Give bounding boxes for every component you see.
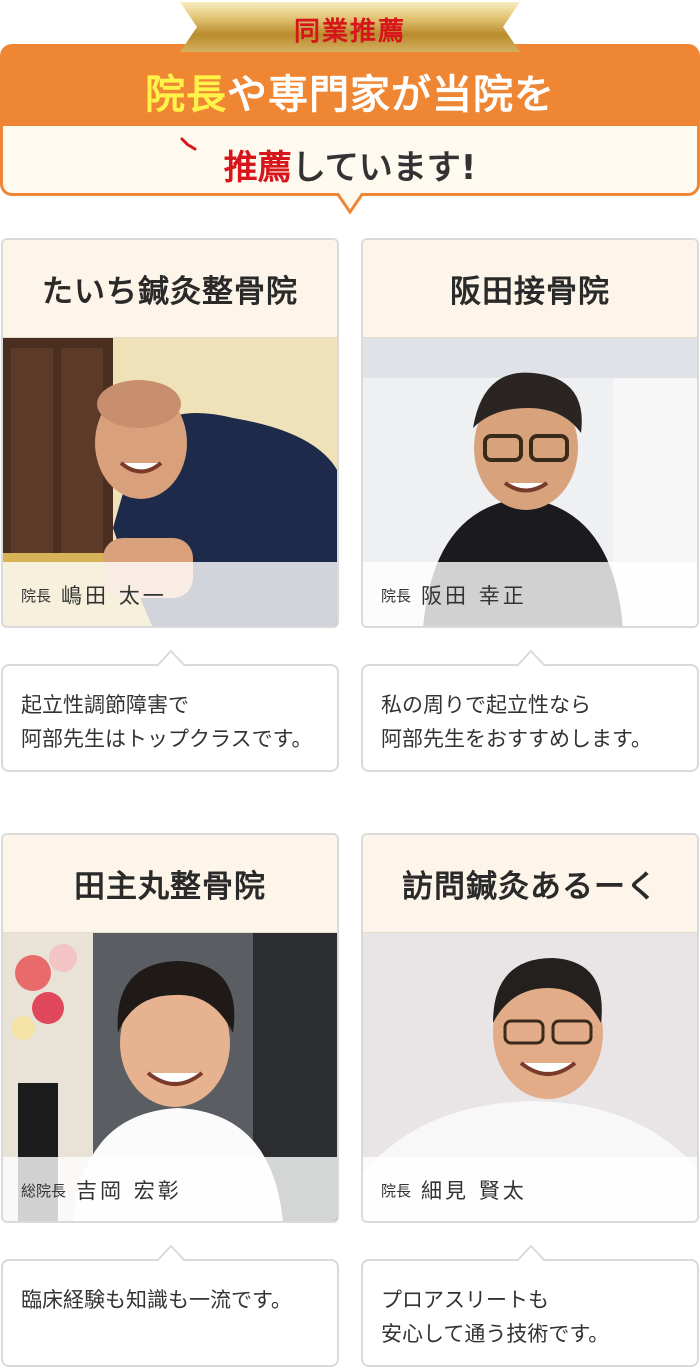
comment-bubble: 起立性調節障害で 阿部先生はトップクラスです。 [1, 650, 339, 772]
bubble-tail-icon [157, 650, 185, 667]
person-name: 吉岡 宏彰 [76, 1179, 182, 1203]
recommender-card: 訪問鍼灸あるーく 院長 細見 賢太 [361, 833, 699, 1223]
person-caption: 院長 嶋田 太一 [3, 562, 337, 626]
person-name: 嶋田 太一 [61, 584, 167, 608]
bubble-tail-icon [157, 1245, 185, 1262]
person-role: 院長 [21, 586, 52, 605]
person-role: 院長 [381, 586, 412, 605]
comment-line: プロアスリートも [381, 1288, 549, 1312]
person-name: 阪田 幸正 [421, 584, 527, 608]
person-name: 細見 賢太 [421, 1179, 527, 1203]
comment-line: 阿部先生をおすすめします。 [381, 727, 652, 751]
clinic-name: 訪問鍼灸あるーく [363, 835, 697, 933]
comment-line: 起立性調節障害で [21, 693, 189, 717]
headline-line-2-text: しています! [291, 148, 477, 188]
recommender-card: 田主丸整骨院 総院長 吉岡 宏彰 [1, 833, 339, 1223]
portrait-photo: 院長 細見 賢太 [363, 933, 697, 1221]
recommender-card: 阪田接骨院 院長 阪田 幸正 [361, 238, 699, 628]
comment-bubble: 私の周りで起立性なら 阿部先生をおすすめします。 [361, 650, 699, 772]
bubble-tail-icon [517, 650, 545, 667]
headline-line-1: 院長や専門家が当院を [0, 62, 700, 120]
person-caption: 院長 細見 賢太 [363, 1157, 697, 1221]
clinic-name: 阪田接骨院 [363, 240, 697, 338]
person-caption: 院長 阪田 幸正 [363, 562, 697, 626]
comment-bubble: プロアスリートも 安心して通う技術です。 [361, 1245, 699, 1367]
person-role: 総院長 [21, 1181, 67, 1200]
comment-line: 私の周りで起立性なら [381, 693, 591, 717]
headline-highlight-director: 院長 [145, 72, 227, 118]
comment-bubble: 臨床経験も知識も一流です。 [1, 1245, 339, 1367]
headline-line-1-text: や専門家が当院を [227, 72, 555, 118]
headline-line-2: 推薦しています! [0, 140, 700, 189]
ribbon-badge: 同業推薦 [180, 2, 520, 52]
ribbon-label: 同業推薦 [293, 17, 406, 47]
person-role: 院長 [381, 1181, 412, 1200]
portrait-photo: 総院長 吉岡 宏彰 [3, 933, 337, 1221]
comment-line: 臨床経験も知識も一流です。 [21, 1288, 292, 1312]
recommender-card: たいち鍼灸整骨院 院長 嶋田 太一 [1, 238, 339, 628]
portrait-photo: 院長 嶋田 太一 [3, 338, 337, 626]
portrait-photo: 院長 阪田 幸正 [363, 338, 697, 626]
comment-line: 安心して通う技術です。 [381, 1322, 610, 1346]
person-caption: 総院長 吉岡 宏彰 [3, 1157, 337, 1221]
down-pointer-icon [336, 193, 364, 215]
clinic-name: 田主丸整骨院 [3, 835, 337, 933]
comment-line: 阿部先生はトップクラスです。 [21, 727, 313, 751]
headline-highlight-recommend: 推薦 [223, 148, 292, 188]
clinic-name: たいち鍼灸整骨院 [3, 240, 337, 338]
bubble-tail-icon [517, 1245, 545, 1262]
